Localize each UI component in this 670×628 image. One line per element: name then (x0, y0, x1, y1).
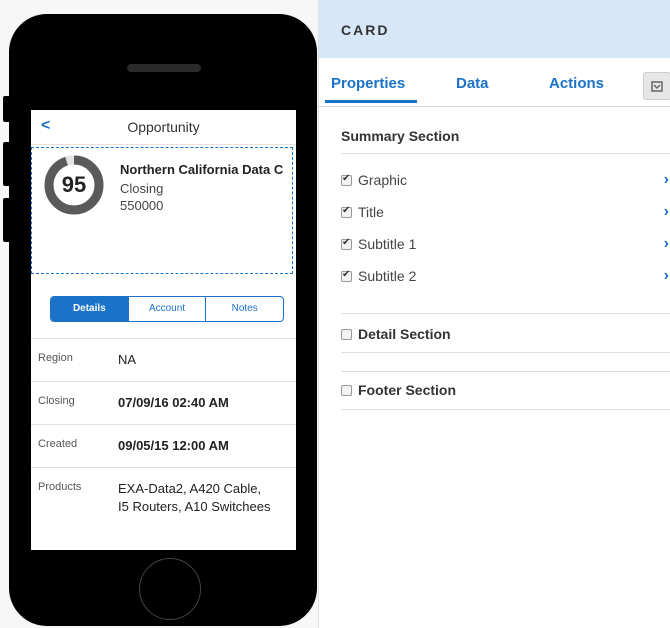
phone-mockup: < Opportunity 95 Northern California Dat… (3, 14, 317, 626)
title-checkbox[interactable] (341, 205, 352, 218)
footer-section-title: Footer Section (358, 382, 457, 398)
detail-label: Closing (38, 395, 75, 407)
summary-section-title: Summary Section (341, 128, 460, 144)
segmented-control: Details Account Notes (50, 296, 284, 322)
chevron-right-icon[interactable]: › (664, 171, 669, 189)
detail-rows: Region NA Closing 07/09/16 02:40 AM Crea… (31, 338, 296, 528)
subtitle-2-checkbox[interactable] (341, 269, 352, 282)
summary-subtitle-2: 550000 (120, 198, 164, 213)
divider (341, 153, 670, 154)
panel-header: CARD (319, 0, 670, 58)
card-properties-panel: CARD Properties Data Actions Summary Sec… (318, 0, 670, 628)
option-label: Title (358, 204, 384, 220)
divider (341, 371, 670, 372)
detail-label: Created (38, 438, 78, 450)
summary-section-heading: Summary Section (341, 128, 670, 144)
footer-section-option: Footer Section (341, 382, 670, 402)
divider (341, 352, 670, 353)
tray-icon (651, 81, 663, 92)
phone-volume-down (3, 198, 11, 242)
detail-label: Region (38, 352, 73, 364)
chevron-right-icon[interactable]: › (664, 203, 669, 221)
summary-title: Northern California Data C (120, 162, 284, 177)
option-title: Title › (341, 203, 670, 224)
tab-properties[interactable]: Properties (324, 75, 418, 103)
option-subtitle-1: Subtitle 1 › (341, 235, 670, 256)
option-label: Subtitle 1 (358, 236, 417, 252)
phone-speaker (127, 64, 201, 72)
option-label: Subtitle 2 (358, 268, 417, 284)
detail-value: 07/09/16 02:40 AM (118, 395, 229, 410)
panel-header-title: CARD (341, 22, 390, 38)
summary-text: Northern California Data C Closing 55000… (120, 162, 296, 213)
detail-label: Products (38, 481, 82, 493)
subtitle-1-checkbox[interactable] (341, 237, 352, 250)
option-graphic: Graphic › (341, 171, 670, 192)
footer-section-checkbox[interactable] (341, 385, 352, 396)
detail-row-closing: Closing 07/09/16 02:40 AM (31, 381, 296, 424)
chevron-right-icon[interactable]: › (664, 235, 669, 253)
mobile-page-title: Opportunity (127, 119, 200, 135)
tab-data[interactable]: Data (456, 75, 489, 92)
detail-section-checkbox[interactable] (341, 329, 352, 340)
option-subtitle-2: Subtitle 2 › (341, 267, 670, 288)
detail-row-created: Created 09/05/15 12:00 AM (31, 424, 296, 467)
detail-value-line: I5 Routers, A10 Switchees (118, 499, 271, 514)
phone-silent-switch (3, 96, 11, 122)
preview-stage: < Opportunity 95 Northern California Dat… (0, 0, 318, 628)
phone-screen: < Opportunity 95 Northern California Dat… (31, 110, 296, 550)
graphic-checkbox[interactable] (341, 173, 352, 186)
score-value: 95 (61, 172, 87, 197)
detail-value: NA (118, 352, 137, 367)
segment-details[interactable]: Details (51, 297, 128, 321)
detail-row-products: Products EXA-Data2, A420 Cable, I5 Route… (31, 467, 296, 528)
detail-row-region: Region NA (31, 338, 296, 381)
option-label: Graphic (358, 172, 408, 188)
detail-value: EXA-Data2, A420 Cable, I5 Routers, A10 S… (118, 480, 296, 516)
segment-account[interactable]: Account (127, 297, 206, 321)
detail-section-option: Detail Section (341, 326, 670, 346)
divider (341, 409, 670, 410)
tab-actions[interactable]: Actions (549, 75, 604, 92)
panel-tabs: Properties Data Actions (319, 58, 670, 107)
divider (341, 313, 670, 314)
detail-section-title: Detail Section (358, 326, 451, 342)
score-gauge: 95 (43, 154, 105, 216)
tab-overflow-icon[interactable] (643, 72, 670, 100)
segment-notes[interactable]: Notes (205, 297, 283, 321)
mobile-nav-bar: < Opportunity (31, 110, 296, 145)
detail-value-line: EXA-Data2, A420 Cable, (118, 481, 262, 496)
summary-subtitle-1: Closing (120, 181, 164, 196)
summary-section-preview[interactable]: 95 Northern California Data C Closing 55… (31, 147, 293, 274)
detail-value: 09/05/15 12:00 AM (118, 438, 229, 453)
phone-volume-up (3, 142, 11, 186)
phone-home-button (139, 558, 201, 620)
chevron-right-icon[interactable]: › (664, 267, 669, 285)
